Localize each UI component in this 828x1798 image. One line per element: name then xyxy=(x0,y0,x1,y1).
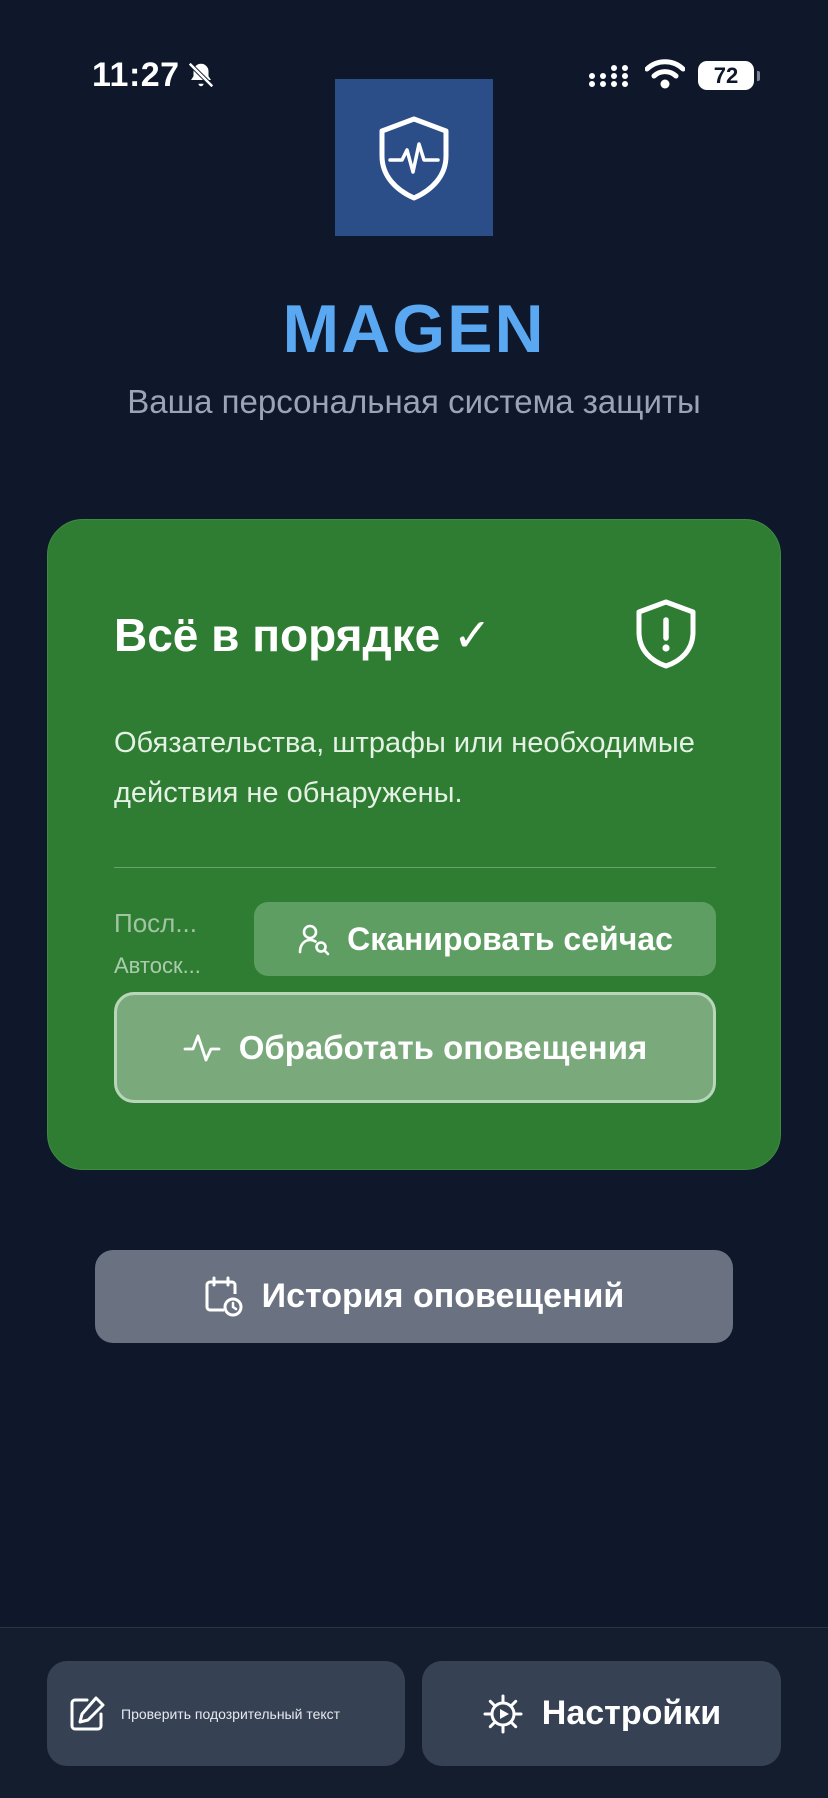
scan-now-button[interactable]: Сканировать сейчас xyxy=(254,902,716,976)
alert-history-label: История оповещений xyxy=(261,1277,625,1315)
bell-muted-icon xyxy=(186,60,216,90)
process-alerts-button[interactable]: Обработать оповещения xyxy=(114,992,716,1103)
alert-history-button[interactable]: История оповещений xyxy=(95,1250,733,1343)
scan-now-label: Сканировать сейчас xyxy=(347,920,673,957)
shield-alert-icon xyxy=(633,598,699,670)
last-scan-label: Посл... xyxy=(114,908,197,938)
edit-icon xyxy=(67,1694,107,1734)
status-title: Всё в порядке ✓ xyxy=(114,609,492,661)
settings-label: Настройки xyxy=(541,1694,722,1732)
app-title: MAGEN xyxy=(282,291,546,367)
settings-button[interactable]: Настройки xyxy=(422,1661,781,1766)
auto-scan-label: Автоск... xyxy=(114,953,201,978)
app-subtitle: Ваша персональная система защиты xyxy=(127,383,701,420)
calendar-clock-icon xyxy=(204,1276,244,1318)
process-alerts-label: Обработать оповещения xyxy=(238,1028,648,1066)
app-screen: 11:27 72 MAGEN Ваша персональная система… xyxy=(0,0,828,1798)
battery-indicator: 72 xyxy=(698,61,760,90)
activity-pulse-icon xyxy=(183,1029,221,1067)
check-suspicious-text-button[interactable]: Проверить подозрительный текст xyxy=(47,1661,405,1766)
wifi-icon xyxy=(645,58,685,90)
check-suspicious-text-label: Проверить подозрительный текст xyxy=(121,1705,341,1722)
status-card: Всё в порядке ✓ Обязательства, штрафы ил… xyxy=(47,519,781,1170)
app-logo xyxy=(335,79,493,236)
status-description: Обязательства, штрафы или необходимые де… xyxy=(114,727,695,809)
cellular-signal-icon xyxy=(588,62,632,90)
gear-icon xyxy=(482,1693,524,1735)
user-search-icon xyxy=(297,922,331,956)
bottom-bar: Проверить подозрительный текст Настройки xyxy=(0,1627,828,1798)
status-time: 11:27 xyxy=(92,56,180,94)
card-divider xyxy=(114,867,716,868)
shield-pulse-icon xyxy=(379,116,449,200)
